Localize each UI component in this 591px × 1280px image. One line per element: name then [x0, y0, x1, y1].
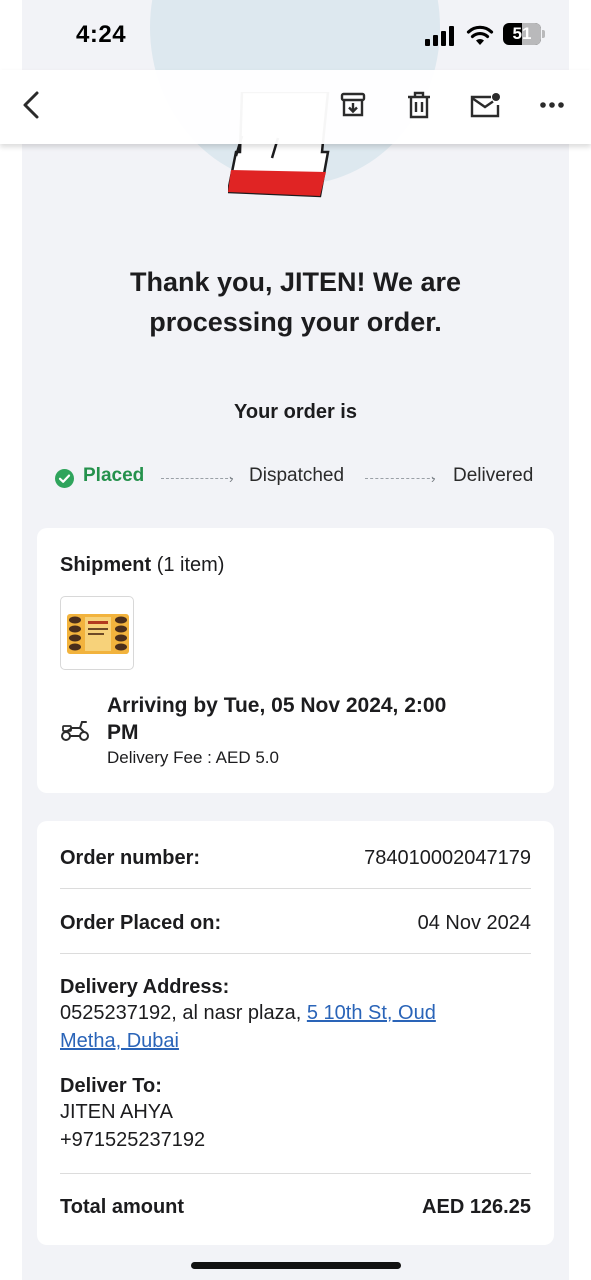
archive-icon: [340, 92, 366, 117]
order-number-row: Order number: 784010002047179: [60, 847, 531, 870]
total-amount-value: AED 126.25: [422, 1196, 531, 1218]
delivery-fee: Delivery Fee : AED 5.0: [107, 748, 279, 767]
shipment-card: Shipment (1 item) Arriving by Tue, 05 No…: [37, 528, 554, 793]
order-placed-label: Order Placed on:: [60, 912, 222, 934]
progress-connector: [365, 478, 435, 479]
battery-level: 51: [512, 24, 532, 43]
shipment-label: Shipment: [60, 554, 152, 576]
deliver-to-block: Deliver To: JITEN AHYA +971525237192: [60, 1075, 531, 1154]
address-map-link[interactable]: 5 10th St, Oud: [307, 1002, 436, 1024]
headline-line-2: processing your order.: [149, 307, 442, 337]
more-options-button[interactable]: [535, 88, 569, 122]
order-placed-value: 04 Nov 2024: [417, 912, 531, 934]
mark-unread-button[interactable]: [468, 88, 502, 122]
more-icon: [540, 102, 564, 108]
total-amount-row: Total amount AED 126.25: [60, 1196, 531, 1219]
wifi-icon: [466, 25, 494, 45]
divider: [60, 888, 531, 889]
back-icon: [23, 91, 39, 119]
cellular-signal-icon: [425, 26, 454, 46]
order-number-label: Order number:: [60, 847, 201, 869]
order-number-value: 784010002047179: [364, 847, 531, 869]
delivery-address-label: Delivery Address:: [60, 976, 230, 998]
progress-connector: [161, 478, 233, 479]
total-amount-label: Total amount: [60, 1196, 185, 1218]
arrival-estimate: Arriving by Tue, 05 Nov 2024, 2:00 PM: [107, 692, 527, 746]
status-bar: 4:24 51: [0, 0, 591, 70]
deliver-to-phone: +971525237192: [60, 1129, 206, 1151]
shipment-item-count: (1 item): [156, 554, 225, 576]
thank-you-headline: Thank you, JITEN! We are processing your…: [60, 262, 531, 342]
arrival-line-1: Arriving by Tue, 05 Nov 2024, 2:00: [107, 694, 447, 717]
address-plain-text: 0525237192, al nasr plaza,: [60, 1002, 307, 1024]
scooter-icon: [61, 721, 89, 741]
check-circle-icon: [55, 469, 74, 488]
order-progress-tracker: Placed › Dispatched › Delivered: [55, 462, 540, 492]
deliver-to-name: JITEN AHYA: [60, 1101, 173, 1123]
archive-button[interactable]: [336, 88, 370, 122]
product-thumbnail[interactable]: [60, 596, 134, 670]
order-details-card: Order number: 784010002047179 Order Plac…: [37, 821, 554, 1245]
address-map-link[interactable]: Metha, Dubai: [60, 1030, 179, 1052]
step-placed: Placed: [83, 465, 145, 486]
status-time: 4:24: [76, 21, 127, 48]
step-dispatched: Dispatched: [249, 465, 345, 486]
deliver-to-label: Deliver To:: [60, 1075, 162, 1097]
divider: [60, 1173, 531, 1174]
battery-icon: 51: [503, 23, 545, 45]
mail-toolbar: [0, 70, 591, 144]
step-delivered: Delivered: [453, 465, 534, 486]
divider: [60, 953, 531, 954]
chevron-right-icon: ›: [229, 471, 234, 486]
mark-unread-icon: [470, 93, 500, 118]
order-status-title: Your order is: [234, 401, 357, 423]
home-indicator[interactable]: [191, 1262, 401, 1269]
order-placed-row: Order Placed on: 04 Nov 2024: [60, 912, 531, 935]
back-button[interactable]: [14, 88, 48, 122]
arrival-line-2: PM: [107, 721, 139, 744]
shipment-title: Shipment (1 item): [60, 554, 224, 577]
delivery-address-text: 0525237192, al nasr plaza, 5 10th St, Ou…: [60, 999, 531, 1055]
chevron-right-icon: ›: [431, 471, 436, 486]
delete-button[interactable]: [402, 88, 436, 122]
delivery-address-block: Delivery Address: 0525237192, al nasr pl…: [60, 976, 531, 1055]
headline-line-1: Thank you, JITEN! We are: [129, 267, 462, 297]
trash-icon: [408, 91, 430, 119]
